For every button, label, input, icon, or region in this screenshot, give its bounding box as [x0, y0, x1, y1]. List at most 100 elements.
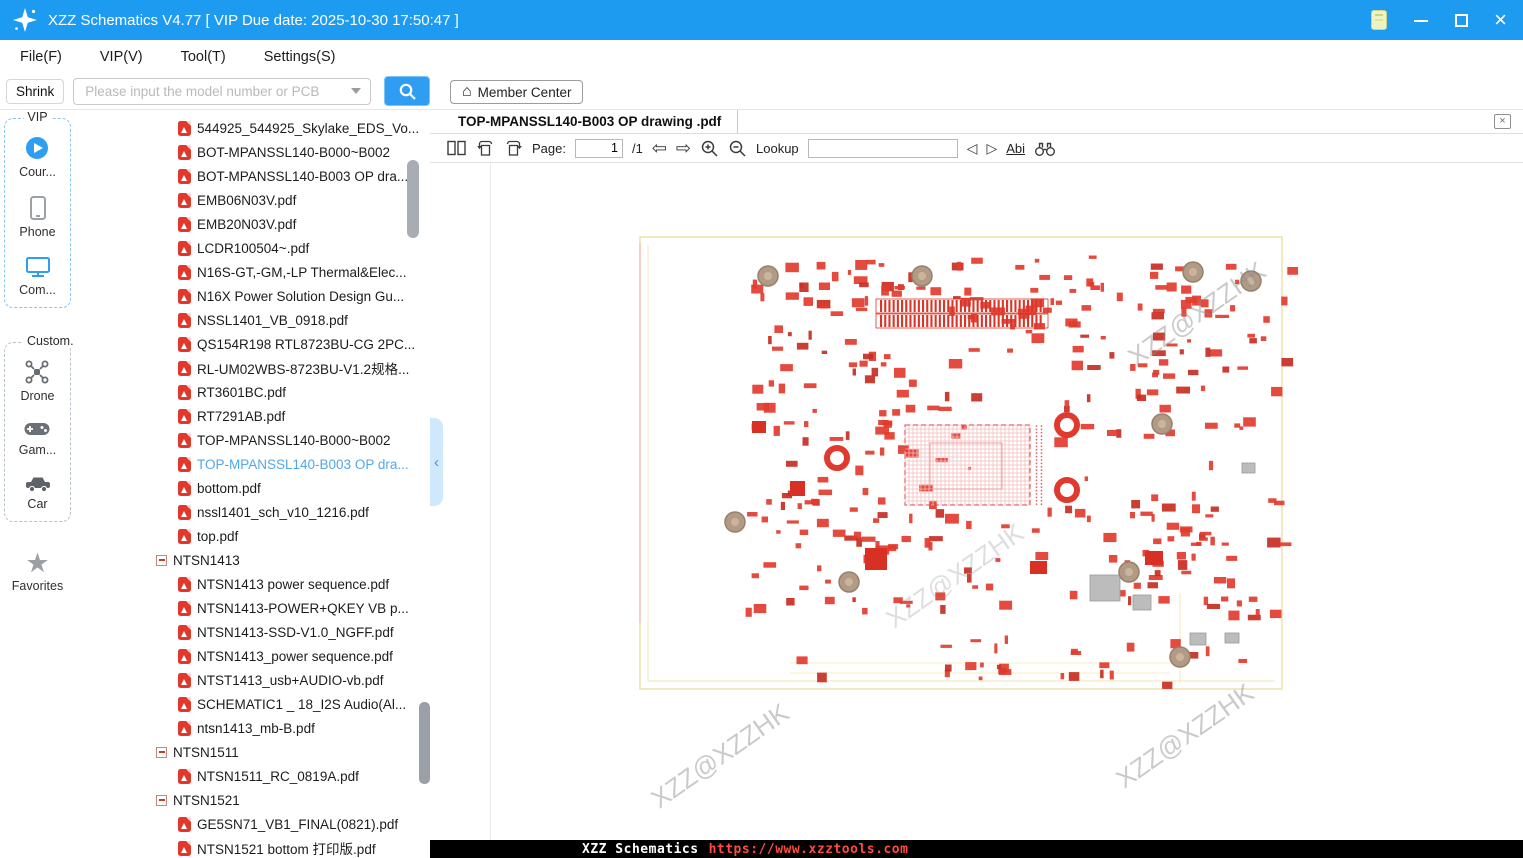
tree-file-item[interactable]: NTSN1413 power sequence.pdf: [75, 572, 430, 596]
tree-item-label: N16X Power Solution Design Gu...: [197, 288, 405, 304]
pdf-file-icon: [178, 408, 191, 424]
collapse-toggle-icon[interactable]: [156, 746, 167, 758]
sidebar-item-game[interactable]: Gam...: [19, 419, 56, 457]
tree-file-item[interactable]: top.pdf: [75, 524, 430, 548]
lookup-input[interactable]: [807, 138, 958, 158]
tree-file-item[interactable]: NTSN1511_RC_0819A.pdf: [75, 764, 430, 788]
computer-icon: [25, 257, 50, 277]
search-button[interactable]: [384, 76, 431, 106]
font-tool-button[interactable]: Abi: [1006, 141, 1025, 156]
tree-item-label: NTST1413_usb+AUDIO-vb.pdf: [197, 672, 384, 688]
maximize-button[interactable]: [1455, 13, 1469, 27]
tree-file-item[interactable]: RL-UM02WBS-8723BU-V1.2规格...: [75, 356, 430, 380]
zoom-out-button[interactable]: [728, 139, 747, 158]
tree-item-label: NTSN1413-SSD-V1.0_NGFF.pdf: [197, 624, 394, 640]
tree-file-item[interactable]: 544925_544925_Skylake_EDS_Vo...: [75, 116, 430, 140]
rotate-right-button[interactable]: [504, 139, 523, 158]
prev-view-button[interactable]: ⇦: [652, 139, 667, 157]
binoculars-button[interactable]: [1034, 140, 1056, 157]
collapse-toggle-icon[interactable]: [156, 794, 167, 806]
panel-scrollbar-thumb[interactable]: [419, 702, 430, 784]
model-search-input[interactable]: [83, 82, 346, 100]
tree-file-item[interactable]: NTST1413_usb+AUDIO-vb.pdf: [75, 668, 430, 692]
file-tree: 544925_544925_Skylake_EDS_Vo... BOT-MPANS…: [75, 116, 430, 858]
tree-file-item[interactable]: EMB20N03V.pdf: [75, 212, 430, 236]
tree-file-item[interactable]: NTSN1413-POWER+QKEY VB p...: [75, 596, 430, 620]
main-area: VIP Cour... Phone Com... Custom. Drone G…: [0, 110, 1523, 858]
tree-node[interactable]: NTSN1521: [75, 788, 430, 812]
tree-file-item[interactable]: SCHEMATIC1 _ 18_I2S Audio(Al...: [75, 692, 430, 716]
next-view-button[interactable]: ⇨: [676, 139, 691, 157]
status-url[interactable]: https://www.xzztools.com: [709, 842, 909, 857]
binoculars-icon: [1035, 142, 1056, 156]
tree-file-item[interactable]: nssl1401_sch_v10_1216.pdf: [75, 500, 430, 524]
pdf-file-icon: [178, 456, 191, 472]
tree-file-item[interactable]: TOP-MPANSSL140-B003 OP dra...: [75, 452, 430, 476]
tree-node[interactable]: NTSN1413: [75, 548, 430, 572]
menu-settings[interactable]: Settings(S): [264, 49, 336, 65]
home-icon: ⌂: [462, 83, 472, 100]
page-input[interactable]: [574, 138, 623, 158]
tree-item-label: NTSN1413 power sequence.pdf: [197, 576, 390, 592]
tree-file-item[interactable]: LCDR100504~.pdf: [75, 236, 430, 260]
tree-file-item[interactable]: NTSN1521 bottom 打印版.pdf: [75, 836, 430, 858]
tree-file-item[interactable]: RT7291AB.pdf: [75, 404, 430, 428]
model-search-box[interactable]: [73, 77, 372, 105]
pdf-file-icon: [178, 264, 191, 280]
find-prev-button[interactable]: ◁: [967, 141, 978, 155]
tree-file-item[interactable]: TOP-MPANSSL140-B000~B002: [75, 428, 430, 452]
close-button[interactable]: ×: [1494, 9, 1507, 31]
tree-file-item[interactable]: RT3601BC.pdf: [75, 380, 430, 404]
tree-file-item[interactable]: GE5SN71_VB1_FINAL(0821).pdf: [75, 812, 430, 836]
facing-pages-button[interactable]: [446, 139, 467, 157]
document-tab-bar: TOP-MPANSSL140-B003 OP drawing .pdf ×: [430, 110, 1523, 134]
sidebar-item-course[interactable]: Cour...: [19, 135, 56, 179]
tree-item-label: NTSN1511_RC_0819A.pdf: [197, 768, 359, 784]
tree-file-item[interactable]: BOT-MPANSSL140-B003 OP dra...: [75, 164, 430, 188]
vip-section: VIP Cour... Phone Com...: [4, 110, 71, 308]
sidebar-item-phone[interactable]: Phone: [19, 195, 56, 239]
sidebar-item-label: Cour...: [19, 165, 56, 179]
clipboard-icon[interactable]: [1371, 10, 1388, 30]
search-icon: [399, 83, 416, 100]
tree-item-label: TOP-MPANSSL140-B000~B002: [197, 432, 391, 448]
tree-file-item[interactable]: NSSL1401_VB_0918.pdf: [75, 308, 430, 332]
tree-item-label: EMB06N03V.pdf: [197, 192, 297, 208]
tree-node[interactable]: NTSN1511: [75, 740, 430, 764]
tree-file-item[interactable]: EMB06N03V.pdf: [75, 188, 430, 212]
menu-vip[interactable]: VIP(V): [100, 49, 143, 65]
close-document-icon[interactable]: ×: [1494, 114, 1511, 129]
collapse-toggle-icon[interactable]: [156, 554, 167, 566]
play-circle-icon: [26, 137, 49, 159]
sidebar-item-drone[interactable]: Drone: [20, 359, 55, 403]
zoom-in-button[interactable]: [700, 139, 719, 158]
shrink-button[interactable]: Shrink: [6, 78, 65, 104]
tree-file-item[interactable]: NTSN1413-SSD-V1.0_NGFF.pdf: [75, 620, 430, 644]
tree-scrollbar-thumb[interactable]: [407, 160, 419, 238]
sidebar-item-car[interactable]: Car: [24, 473, 52, 511]
minimize-button[interactable]: [1413, 12, 1429, 28]
pdf-canvas[interactable]: XZZ@XZZHK XZZ@XZZHK XZZ@XZZHK XZZ@XZZHK: [430, 163, 1523, 840]
tree-item-label: bottom.pdf: [197, 480, 261, 496]
pdf-file-icon: [178, 672, 191, 688]
member-center-button[interactable]: ⌂ Member Center: [450, 80, 584, 104]
tree-file-item[interactable]: bottom.pdf: [75, 476, 430, 500]
menu-tool[interactable]: Tool(T): [181, 49, 226, 65]
document-tab[interactable]: TOP-MPANSSL140-B003 OP drawing .pdf: [430, 110, 739, 133]
tree-file-item[interactable]: QS154R198 RTL8723BU-CG 2PC...: [75, 332, 430, 356]
pdf-file-icon: [178, 192, 191, 208]
tree-item-label: NTSN1511: [173, 744, 239, 760]
tree-file-item[interactable]: BOT-MPANSSL140-B000~B002: [75, 140, 430, 164]
sidebar-item-favorites[interactable]: ★ Favorites: [0, 550, 75, 594]
menu-file[interactable]: File(F): [20, 49, 62, 65]
tree-file-item[interactable]: NTSN1413_power sequence.pdf: [75, 644, 430, 668]
sidebar-item-computer[interactable]: Com...: [19, 255, 56, 297]
collapse-panel-handle[interactable]: ‹: [430, 418, 443, 506]
tree-item-label: SCHEMATIC1 _ 18_I2S Audio(Al...: [197, 696, 407, 712]
find-next-button[interactable]: ▷: [986, 141, 997, 155]
tree-file-item[interactable]: N16S-GT,-GM,-LP Thermal&Elec...: [75, 260, 430, 284]
tree-file-item[interactable]: N16X Power Solution Design Gu...: [75, 284, 430, 308]
tree-file-item[interactable]: ntsn1413_mb-B.pdf: [75, 716, 430, 740]
search-dropdown-caret-icon[interactable]: [351, 88, 362, 94]
rotate-left-button[interactable]: [476, 139, 495, 158]
